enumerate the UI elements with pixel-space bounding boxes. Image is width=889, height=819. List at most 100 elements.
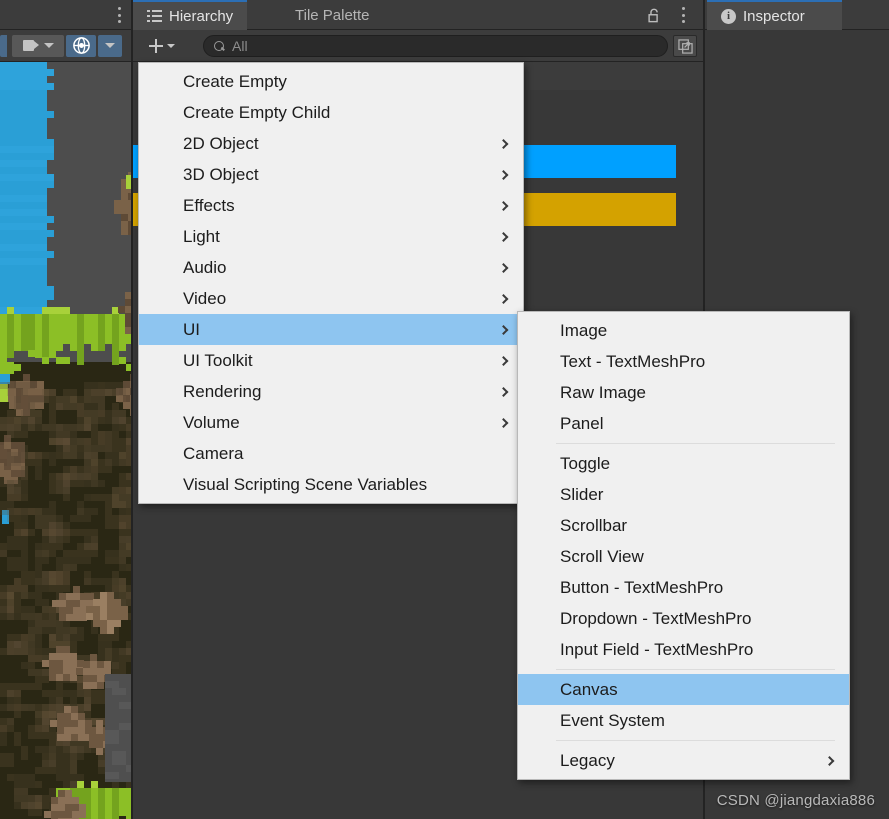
tab-inspector-label: Inspector [743,7,805,25]
search-expand-button[interactable] [673,35,697,57]
menu-item-label: Event System [560,710,665,730]
submenu-item-scroll-view[interactable]: Scroll View [518,541,849,572]
menu-item-label: 2D Object [183,133,259,153]
tool-accent-sliver [0,34,7,57]
ui-submenu[interactable]: Image Text - TextMeshPro Raw Image Panel Tog… [517,311,850,780]
info-circle-icon: i [721,8,736,24]
menu-item-label: 3D Object [183,164,259,184]
tab-tile-palette[interactable]: Tile Palette [281,0,383,30]
menu-item-label: Panel [560,413,604,433]
plus-icon [149,38,163,53]
menu-item-label: Effects [183,195,235,215]
unity-editor-window: Hierarchy Tile Palette All i Inspector C… [0,0,889,819]
tab-tile-palette-label: Tile Palette [295,6,370,24]
chevron-right-icon [824,755,835,766]
menu-item-label: Toggle [560,453,611,473]
menu-separator [556,669,835,670]
chevron-right-icon [498,324,509,335]
search-input[interactable]: All [203,35,668,57]
menu-item-label: Visual Scripting Scene Variables [183,474,428,494]
menu-item-label: Input Field - TextMeshPro [560,639,754,659]
search-input-value: All [232,38,248,54]
menu-item-label: Text - TextMeshPro [560,351,706,371]
hierarchy-tabbar: Hierarchy Tile Palette [133,0,703,30]
tab-hierarchy[interactable]: Hierarchy [133,0,248,30]
submenu-item-legacy[interactable]: Legacy [518,745,849,776]
menu-separator [556,740,835,741]
menu-item-label: Camera [183,443,244,463]
menu-item-create-empty[interactable]: Create Empty [139,66,523,97]
menu-item-rendering[interactable]: Rendering [139,376,523,407]
menu-item-visual-scripting-scene-variables[interactable]: Visual Scripting Scene Variables [139,469,523,500]
menu-item-ui[interactable]: UI [139,314,523,345]
menu-item-effects[interactable]: Effects [139,190,523,221]
scene-pixelart-canvas [0,62,133,819]
menu-item-audio[interactable]: Audio [139,252,523,283]
submenu-item-dropdown-textmeshpro[interactable]: Dropdown - TextMeshPro [518,603,849,634]
submenu-item-event-system[interactable]: Event System [518,705,849,736]
gizmo-globe-icon [72,37,90,54]
menu-item-label: Legacy [560,750,615,770]
menu-item-label: Dropdown - TextMeshPro [560,608,752,628]
submenu-item-scrollbar[interactable]: Scrollbar [518,510,849,541]
add-gameobject-button[interactable] [138,35,186,57]
menu-item-label: Slider [560,484,604,504]
scene-kebab-menu-icon[interactable] [685,68,689,84]
menu-item-label: Canvas [560,679,618,699]
hierarchy-toolbar: All [133,30,703,62]
scene-toolbar [0,30,133,62]
menu-separator [556,443,835,444]
hierarchy-kebab-menu-icon[interactable] [681,7,685,23]
menu-item-ui-toolkit[interactable]: UI Toolkit [139,345,523,376]
chevron-right-icon [498,417,509,428]
expand-window-icon [677,38,693,54]
chevron-right-icon [498,200,509,211]
tab-hierarchy-label: Hierarchy [169,7,234,25]
tab-inspector[interactable]: i Inspector [707,0,842,30]
scene-view-dock [0,0,133,819]
lock-open-icon[interactable] [648,8,661,23]
scene-viewport[interactable] [0,62,133,819]
menu-item-label: Raw Image [560,382,646,402]
submenu-item-slider[interactable]: Slider [518,479,849,510]
menu-item-light[interactable]: Light [139,221,523,252]
submenu-item-toggle[interactable]: Toggle [518,448,849,479]
menu-item-label: Volume [183,412,240,432]
scene-tabbar [0,0,133,30]
chevron-right-icon [498,262,509,273]
submenu-item-button-textmeshpro[interactable]: Button - TextMeshPro [518,572,849,603]
menu-item-camera[interactable]: Camera [139,438,523,469]
chevron-right-icon [498,231,509,242]
submenu-item-panel[interactable]: Panel [518,408,849,439]
menu-item-label: Audio [183,257,227,277]
menu-item-label: Create Empty [183,71,287,91]
menu-item-label: UI Toolkit [183,350,253,370]
chevron-down-icon [167,43,175,48]
submenu-item-image[interactable]: Image [518,315,849,346]
submenu-item-text-textmeshpro[interactable]: Text - TextMeshPro [518,346,849,377]
hierarchy-list-icon [147,10,162,22]
search-icon [214,40,225,52]
chevron-right-icon [498,138,509,149]
menu-item-create-empty-child[interactable]: Create Empty Child [139,97,523,128]
chevron-right-icon [498,169,509,180]
submenu-item-canvas[interactable]: Canvas [518,674,849,705]
submenu-item-raw-image[interactable]: Raw Image [518,377,849,408]
kebab-menu-icon[interactable] [117,7,121,23]
gizmo-dropdown-button[interactable] [98,34,122,57]
menu-item-volume[interactable]: Volume [139,407,523,438]
chevron-right-icon [498,293,509,304]
menu-item-label: Create Empty Child [183,102,331,122]
menu-item-video[interactable]: Video [139,283,523,314]
camera-icon [22,40,39,51]
chevron-down-icon [43,43,54,48]
chevron-right-icon [498,355,509,366]
gizmo-toggle-button[interactable] [66,34,96,57]
submenu-item-input-field-textmeshpro[interactable]: Input Field - TextMeshPro [518,634,849,665]
menu-item-label: Scroll View [560,546,644,566]
gameobject-create-menu[interactable]: Create Empty Create Empty Child 2D Object 3… [138,62,524,504]
menu-item-2d-object[interactable]: 2D Object [139,128,523,159]
camera-select-button[interactable] [12,34,64,57]
menu-item-label: Button - TextMeshPro [560,577,724,597]
menu-item-3d-object[interactable]: 3D Object [139,159,523,190]
